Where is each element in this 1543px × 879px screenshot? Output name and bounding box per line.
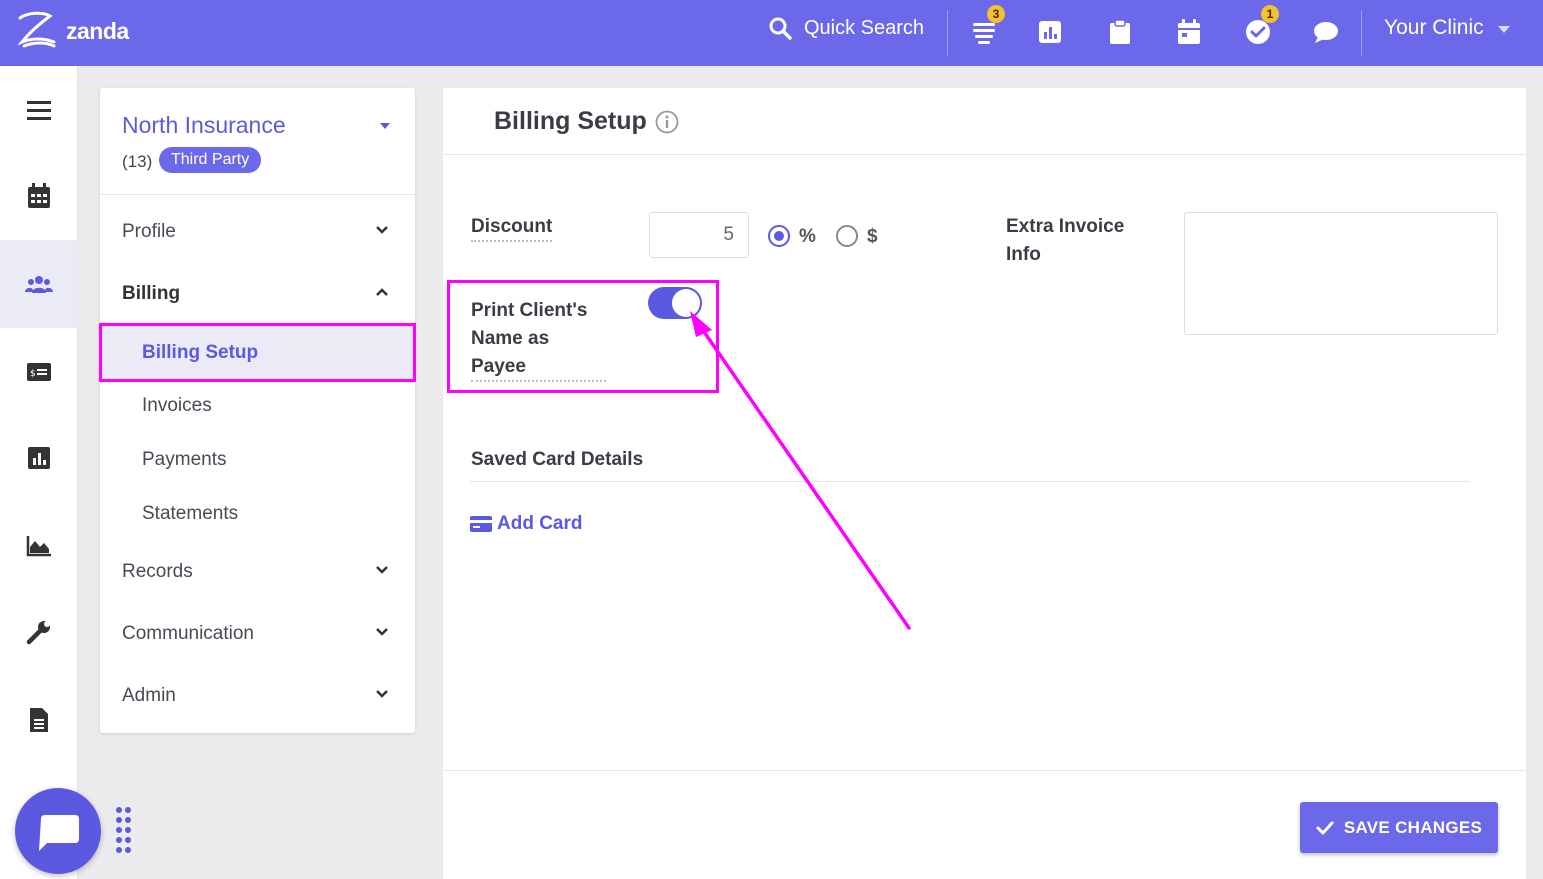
add-card-button[interactable]: Add Card: [470, 513, 583, 535]
nav-payments-label: Payments: [142, 449, 227, 470]
add-card-label: Add Card: [497, 513, 583, 534]
clipboard-icon: [1110, 19, 1130, 44]
bar-chart-icon: [1039, 21, 1061, 43]
dollar-label: $: [867, 226, 878, 247]
nav-admin-label: Admin: [122, 685, 176, 706]
left-rail: $: [0, 66, 78, 879]
nav-admin[interactable]: Admin: [100, 671, 415, 721]
zanda-logo-icon: [17, 11, 56, 48]
client-side-nav: North Insurance (13) Third Party Profile…: [99, 88, 416, 733]
calendar-icon: [1178, 19, 1200, 44]
logo-text: zanda: [66, 17, 129, 44]
users-icon: [25, 276, 53, 293]
calendar-top-button[interactable]: [1175, 17, 1203, 47]
document-icon: [30, 708, 48, 732]
search-icon: [769, 17, 792, 40]
percent-label: %: [799, 226, 816, 247]
nav-billing-setup[interactable]: Billing Setup: [99, 323, 416, 382]
hamburger-icon: [27, 101, 51, 120]
percent-radio[interactable]: [768, 225, 790, 247]
rail-analytics[interactable]: [0, 502, 78, 590]
check-circle-icon: [1246, 20, 1270, 44]
extra-invoice-textarea[interactable]: [1184, 212, 1498, 335]
nav-records[interactable]: Records: [100, 547, 415, 597]
nav-profile-label: Profile: [122, 221, 176, 242]
todos-badge: 1: [1261, 5, 1279, 23]
chevron-down-icon: [376, 566, 388, 574]
saved-card-title: Saved Card Details: [471, 449, 644, 470]
chat-widget-button[interactable]: [15, 788, 101, 874]
nav-billing-label: Billing: [122, 283, 181, 304]
chat-widget-icon: [36, 812, 79, 851]
nav-communication[interactable]: Communication: [100, 609, 415, 659]
rail-billing[interactable]: $: [0, 328, 78, 416]
bar-chart-icon: [28, 447, 50, 469]
discount-label: Discount: [471, 216, 553, 242]
client-header: North Insurance (13) Third Party: [100, 88, 415, 195]
chevron-down-icon: [376, 226, 388, 234]
save-changes-label: SAVE CHANGES: [1343, 817, 1483, 837]
extra-invoice-label-line1: Extra Invoice: [1006, 216, 1125, 237]
credit-card-icon: [470, 516, 492, 532]
todos-button[interactable]: 1: [1244, 5, 1279, 47]
nav-invoices-label: Invoices: [142, 395, 212, 416]
rail-reports[interactable]: [0, 414, 78, 502]
chevron-down-icon: [376, 690, 388, 698]
quick-search-button[interactable]: Quick Search: [768, 16, 924, 40]
nav-payments[interactable]: Payments: [100, 436, 415, 484]
rail-calendar[interactable]: [0, 152, 78, 240]
chevron-up-icon: [376, 288, 388, 296]
top-bar: zanda Quick Search 3 1 Your Clinic: [0, 0, 1543, 66]
reports-button[interactable]: [1036, 17, 1064, 47]
info-icon[interactable]: [655, 110, 679, 134]
rail-settings[interactable]: [0, 588, 78, 676]
panel-header: Billing Setup: [443, 88, 1526, 155]
chevron-down-icon: [376, 628, 388, 636]
rail-documents[interactable]: [0, 676, 78, 764]
check-icon: [1316, 821, 1334, 834]
tasks-badge: 3: [987, 5, 1005, 23]
discount-input[interactable]: 5: [649, 212, 749, 258]
zanda-logo[interactable]: zanda: [14, 8, 129, 54]
nav-statements[interactable]: Statements: [100, 490, 415, 538]
billing-setup-panel: Billing Setup Discount 5 % $ Extra Invoi…: [443, 88, 1526, 770]
section-divider: [470, 481, 1470, 482]
list-icon: [973, 23, 995, 44]
nav-statements-label: Statements: [142, 503, 239, 524]
nav-billing[interactable]: Billing: [100, 269, 415, 319]
annotation-highlight-box: [447, 280, 719, 393]
nav-profile[interactable]: Profile: [100, 207, 415, 257]
client-type-badge: Third Party: [159, 147, 262, 173]
dollar-radio[interactable]: [836, 225, 858, 247]
topbar-divider: [1361, 10, 1362, 56]
clipboard-button[interactable]: [1106, 17, 1134, 47]
caret-down-icon: [1497, 26, 1510, 33]
quick-search-label: Quick Search: [804, 16, 925, 39]
save-changes-button[interactable]: SAVE CHANGES: [1300, 802, 1498, 853]
panel-footer: SAVE CHANGES: [443, 770, 1526, 879]
chat-bubble-icon: [1314, 22, 1338, 43]
nav-invoices[interactable]: Invoices: [100, 382, 415, 430]
clinic-name: Your Clinic: [1384, 16, 1484, 39]
clinic-selector[interactable]: Your Clinic: [1384, 16, 1510, 40]
svg-text:$: $: [30, 369, 36, 379]
nav-communication-label: Communication: [122, 623, 254, 644]
calendar-icon: [28, 183, 50, 208]
messages-button[interactable]: [1312, 17, 1340, 47]
wrench-icon: [26, 621, 50, 645]
client-name[interactable]: North Insurance: [122, 112, 286, 139]
caret-down-icon[interactable]: [380, 123, 390, 129]
menu-button[interactable]: [0, 66, 78, 154]
tasks-button[interactable]: 3: [970, 5, 1005, 47]
invoice-icon: $: [27, 363, 51, 381]
page-title: Billing Setup: [494, 107, 647, 135]
client-count: (13): [122, 152, 153, 171]
rail-clients[interactable]: [0, 240, 78, 328]
extra-invoice-label-line2: Info: [1006, 244, 1041, 265]
nav-records-label: Records: [122, 561, 193, 582]
drag-handle-icon[interactable]: [115, 806, 133, 856]
area-chart-icon: [26, 536, 51, 557]
nav-billing-setup-label: Billing Setup: [142, 341, 259, 363]
topbar-divider: [947, 10, 948, 56]
